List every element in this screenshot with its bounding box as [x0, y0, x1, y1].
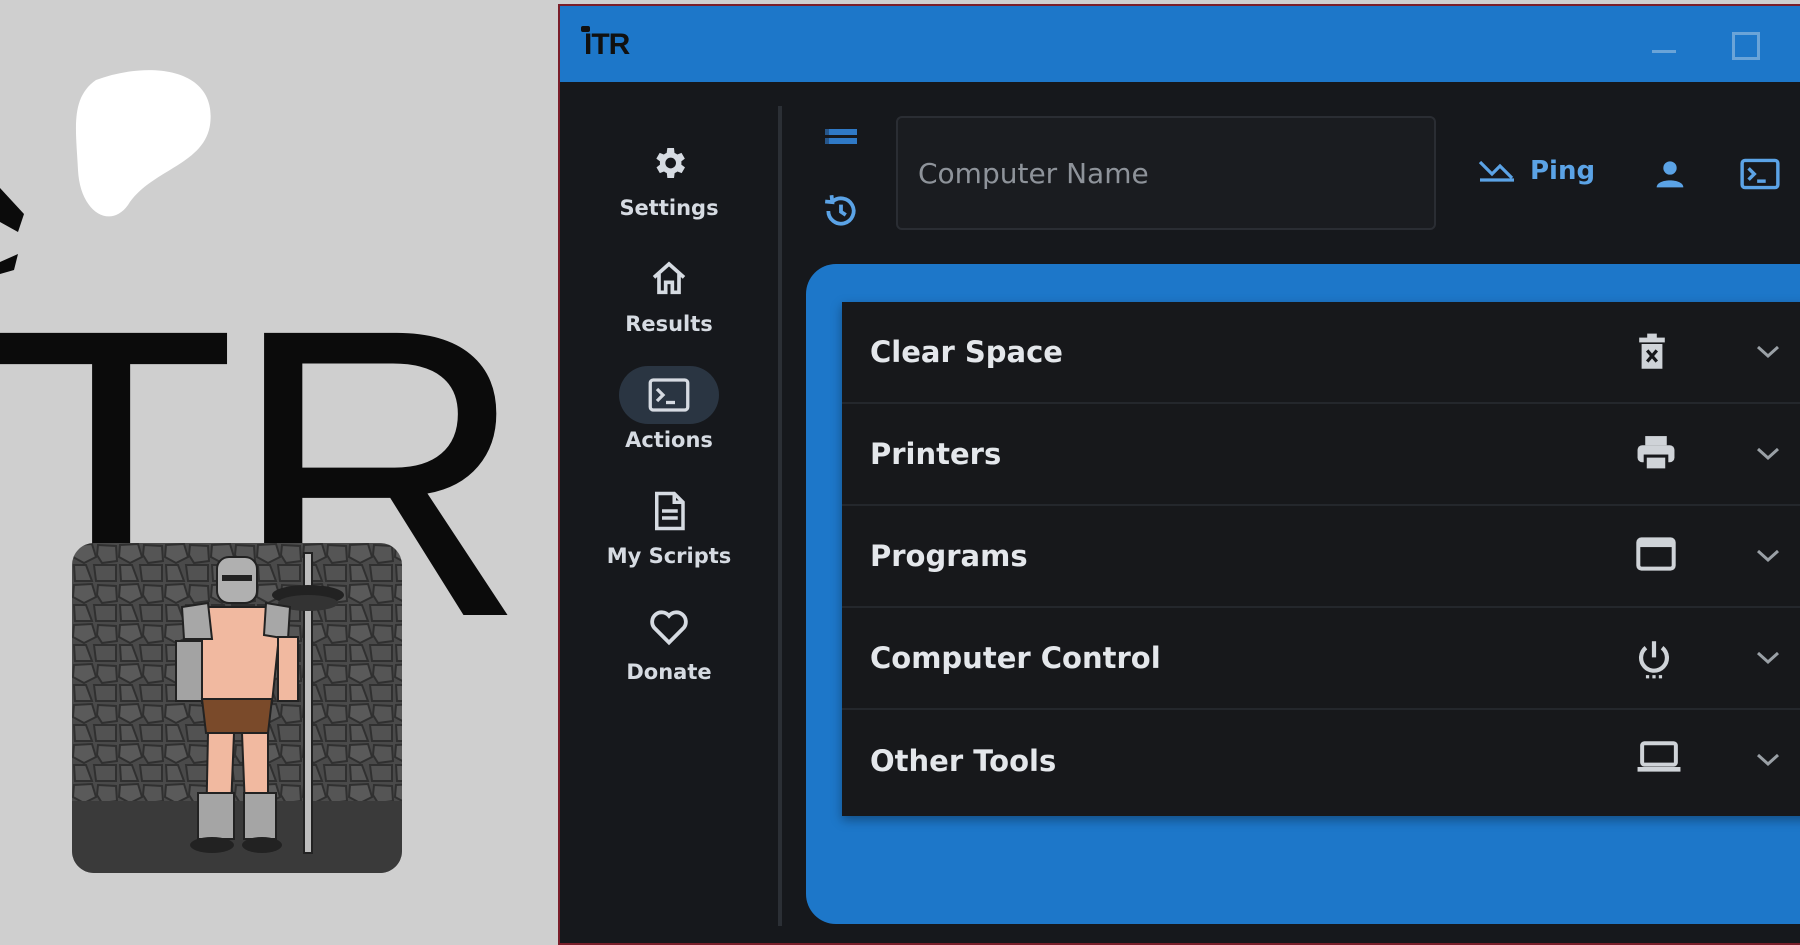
- computer-name-field[interactable]: [896, 116, 1436, 230]
- section-title: Programs: [870, 539, 1028, 573]
- section-clear-space[interactable]: Clear Space: [842, 302, 1800, 404]
- ping-label: Ping: [1530, 156, 1596, 186]
- sidebar-item-label: Actions: [625, 428, 713, 452]
- app-window: ITR Settings Results Actions My Scripts …: [558, 4, 1800, 945]
- sidebar-item-label: Settings: [619, 196, 719, 220]
- home-icon: [652, 261, 686, 295]
- section-title: Clear Space: [870, 335, 1063, 369]
- logo-dot: [581, 26, 590, 32]
- sidebar-item-actions[interactable]: Actions: [584, 366, 754, 466]
- window-icon: [1636, 537, 1676, 571]
- section-printers[interactable]: Printers: [842, 404, 1800, 506]
- branding-panel: TR: [0, 0, 556, 945]
- history-icon[interactable]: [822, 192, 860, 230]
- ping-icon: [1478, 160, 1514, 182]
- minimize-button[interactable]: [1652, 50, 1676, 53]
- sidebar: Settings Results Actions My Scripts Dona…: [560, 82, 778, 943]
- computer-name-input[interactable]: [898, 118, 1434, 228]
- chevron-down-icon[interactable]: [1754, 750, 1782, 770]
- terminal-icon[interactable]: [1740, 158, 1780, 190]
- document-icon: [655, 491, 685, 531]
- section-title: Other Tools: [870, 744, 1057, 778]
- sidebar-item-label: Results: [625, 312, 713, 336]
- chevron-down-icon[interactable]: [1754, 546, 1782, 566]
- terminal-icon: [648, 378, 690, 412]
- chevron-down-icon[interactable]: [1754, 648, 1782, 668]
- heart-icon: [650, 610, 688, 646]
- chevron-down-icon[interactable]: [1754, 342, 1782, 362]
- section-title: Printers: [870, 437, 1002, 471]
- sidebar-divider: [778, 106, 782, 926]
- sidebar-item-label: My Scripts: [606, 544, 732, 568]
- list-icon[interactable]: [824, 126, 858, 152]
- section-other-tools[interactable]: Other Tools: [842, 710, 1800, 812]
- app-logo-text: ITR: [584, 28, 630, 61]
- trash-icon: [1639, 333, 1665, 369]
- section-title: Computer Control: [870, 641, 1161, 675]
- sidebar-item-donate[interactable]: Donate: [584, 598, 754, 698]
- sidebar-item-my-scripts[interactable]: My Scripts: [584, 482, 754, 582]
- sidebar-item-settings[interactable]: Settings: [584, 134, 754, 234]
- section-computer-control[interactable]: Computer Control: [842, 608, 1800, 710]
- gear-icon: [656, 148, 685, 178]
- knight-mascot-icon: [72, 543, 402, 873]
- ping-button[interactable]: Ping: [1478, 156, 1595, 186]
- maximize-button[interactable]: [1732, 32, 1760, 60]
- app-logo: ITR: [581, 26, 630, 62]
- mascot-image: [72, 543, 402, 873]
- sidebar-icon-wrap: [619, 598, 719, 656]
- sidebar-icon-wrap: [619, 366, 719, 424]
- laptop-icon: [1637, 741, 1681, 772]
- power-icon: [1638, 641, 1670, 679]
- sidebar-icon-wrap: [619, 250, 719, 308]
- sidebar-item-label: Donate: [626, 660, 712, 684]
- actions-accordion: Clear Space Printers Programs Computer C…: [842, 302, 1800, 816]
- sidebar-item-results[interactable]: Results: [584, 250, 754, 350]
- sidebar-icon-wrap: [619, 482, 719, 540]
- sidebar-icon-wrap: [619, 134, 719, 192]
- section-programs[interactable]: Programs: [842, 506, 1800, 608]
- printer-icon: [1637, 436, 1675, 472]
- user-icon[interactable]: [1654, 158, 1686, 190]
- title-bar: ITR: [560, 6, 1800, 82]
- chevron-down-icon[interactable]: [1754, 444, 1782, 464]
